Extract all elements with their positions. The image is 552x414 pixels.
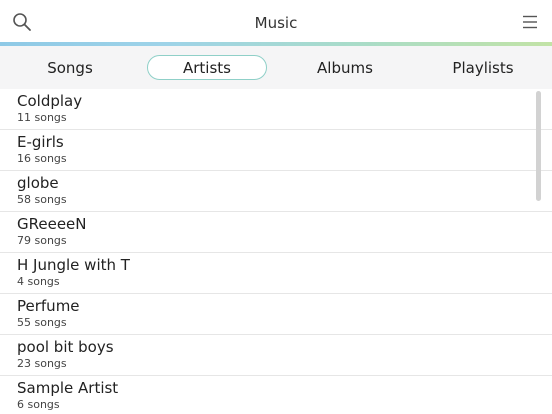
list-item[interactable]: E-girls 16 songs xyxy=(0,130,552,171)
tab-albums[interactable]: Albums xyxy=(293,55,397,80)
list-item[interactable]: Perfume 55 songs xyxy=(0,294,552,335)
list-item[interactable]: GReeeeN 79 songs xyxy=(0,212,552,253)
song-count: 6 songs xyxy=(17,398,60,411)
song-count: 55 songs xyxy=(17,316,67,329)
song-count: 79 songs xyxy=(17,234,67,247)
app-header: Music xyxy=(0,0,552,42)
artist-name: Sample Artist xyxy=(17,379,119,397)
artist-name: GReeeeN xyxy=(17,215,87,233)
list-item[interactable]: Sample Artist 6 songs xyxy=(0,376,552,414)
artist-name: H Jungle with T xyxy=(17,256,130,274)
artist-name: pool bit boys xyxy=(17,338,114,356)
scrollbar[interactable] xyxy=(536,91,541,201)
song-count: 11 songs xyxy=(17,111,67,124)
page-title: Music xyxy=(254,14,298,32)
list-item[interactable]: H Jungle with T 4 songs xyxy=(0,253,552,294)
song-count: 4 songs xyxy=(17,275,60,288)
artist-list[interactable]: Coldplay 11 songs E-girls 16 songs globe… xyxy=(0,89,552,414)
hamburger-menu-icon[interactable] xyxy=(522,14,538,29)
list-item[interactable]: globe 58 songs xyxy=(0,171,552,212)
list-item[interactable]: pool bit boys 23 songs xyxy=(0,335,552,376)
artist-name: Coldplay xyxy=(17,92,83,110)
song-count: 58 songs xyxy=(17,193,67,206)
list-item[interactable]: Coldplay 11 songs xyxy=(0,89,552,130)
tab-artists[interactable]: Artists xyxy=(147,55,267,80)
artist-name: Perfume xyxy=(17,297,80,315)
artist-name: E-girls xyxy=(17,133,64,151)
tab-bar: Songs Artists Albums Playlists xyxy=(0,46,552,89)
artist-name: globe xyxy=(17,174,59,192)
song-count: 16 songs xyxy=(17,152,67,165)
tab-songs[interactable]: Songs xyxy=(18,55,122,80)
tab-playlists[interactable]: Playlists xyxy=(431,55,535,80)
song-count: 23 songs xyxy=(17,357,67,370)
